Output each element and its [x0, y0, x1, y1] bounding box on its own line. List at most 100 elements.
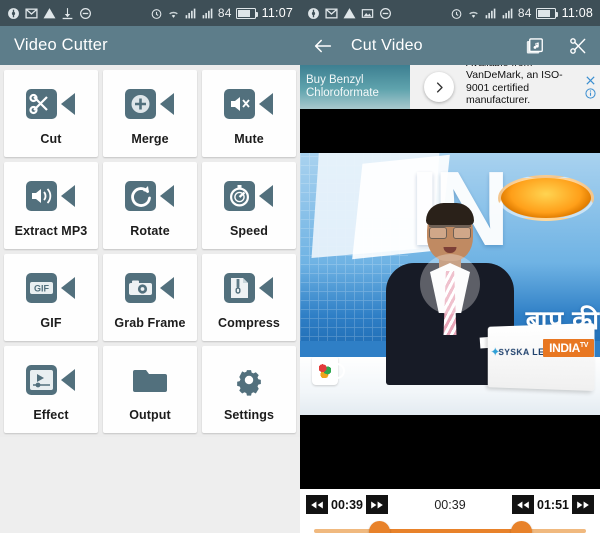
ad-cta-button[interactable]: [424, 72, 454, 102]
tile-label: Speed: [229, 224, 268, 238]
chevron-right-icon: [436, 81, 443, 93]
alarm-icon: [451, 8, 462, 19]
warning-icon: [343, 7, 356, 18]
play-overlay[interactable]: [420, 254, 480, 314]
signal-1-icon: [185, 8, 196, 18]
effect-video-icon: [25, 357, 77, 403]
end-forward-button[interactable]: [572, 495, 594, 514]
svg-text:GIF: GIF: [34, 284, 50, 294]
tile-output[interactable]: Output: [103, 346, 197, 433]
app-title: Video Cutter: [14, 36, 108, 54]
signal-2-icon: [502, 8, 513, 18]
clock: 11:08: [561, 6, 593, 20]
trim-controls: 00:39 00:39 01:51: [300, 489, 600, 533]
download-icon: [62, 7, 73, 19]
tile-speed[interactable]: Speed: [202, 162, 296, 249]
fast-forward-icon: [577, 501, 589, 508]
tile-grab-frame[interactable]: Grab Frame: [103, 254, 197, 341]
folder-icon: [124, 357, 176, 403]
camera-video-icon: [124, 265, 176, 311]
cut-video-body: Buy Benzyl Chloroformate Available from …: [300, 65, 600, 533]
tile-effect[interactable]: Effect: [4, 346, 98, 433]
tile-label: Effect: [33, 408, 69, 422]
start-forward-button[interactable]: [365, 495, 388, 514]
audio-layers-icon[interactable]: [526, 36, 546, 56]
location-icon: [308, 7, 319, 19]
start-time-value: 00:39: [331, 497, 363, 512]
scissors-icon[interactable]: [568, 36, 588, 56]
slider-selected-range: [379, 529, 521, 533]
tile-label: Settings: [223, 408, 275, 422]
do-not-disturb-icon: [80, 7, 91, 19]
laptop: ✦ SYSKA LED: [487, 323, 595, 391]
gif-video-icon: GIF: [25, 265, 77, 311]
rewind-icon: [517, 501, 529, 508]
battery-percent: 84: [517, 6, 532, 20]
end-time-value: 01:51: [537, 497, 569, 512]
stopwatch-video-icon: [223, 173, 275, 219]
compress-video-icon: [223, 265, 275, 311]
channel-logo-text: INDIA: [549, 341, 580, 355]
info-icon[interactable]: [585, 88, 596, 99]
tile-label: Merge: [131, 132, 169, 146]
end-time-stepper[interactable]: 01:51: [512, 495, 594, 514]
gmail-icon: [325, 8, 338, 18]
close-icon[interactable]: [585, 75, 596, 86]
tile-mute[interactable]: Mute: [202, 70, 296, 157]
right-pane: 84 11:08 Cut Video Buy Benzyl Chloroform…: [300, 0, 600, 533]
ad-body: Available from VanDeMark, an ISO-9001 ce…: [466, 65, 563, 106]
slider-thumb-start[interactable]: [369, 521, 391, 533]
gear-icon: [223, 357, 275, 403]
left-app-bar: Video Cutter: [0, 26, 300, 65]
tile-rotate[interactable]: Rotate: [103, 162, 197, 249]
signal-1-icon: [485, 8, 496, 18]
battery-percent: 84: [217, 6, 232, 20]
slider-thumb-end[interactable]: [510, 521, 532, 533]
fast-forward-icon: [371, 501, 383, 508]
tile-extract-mp3[interactable]: Extract MP3: [4, 162, 98, 249]
wifi-icon: [169, 11, 178, 18]
plus-video-icon: [124, 81, 176, 127]
left-pane: 84 11:07 Video Cutter Cut Merge Mute Ext…: [0, 0, 300, 533]
left-status-bar: 84 11:07: [0, 0, 300, 26]
tile-label: Grab Frame: [114, 316, 186, 330]
ad-banner[interactable]: Buy Benzyl Chloroformate Available from …: [300, 65, 600, 109]
tile-compress[interactable]: Compress: [202, 254, 296, 341]
ad-text-block: Available from VanDeMark, an ISO-9001 ce…: [454, 65, 584, 109]
tile-cut[interactable]: Cut: [4, 70, 98, 157]
end-rewind-button[interactable]: [512, 495, 535, 514]
video-player[interactable]: IN बाप की: [300, 109, 600, 489]
video-frame: IN बाप की: [300, 153, 600, 415]
tile-label: GIF: [40, 316, 62, 330]
battery-icon: [235, 7, 259, 19]
tile-label: Extract MP3: [14, 224, 88, 238]
battery-icon: [535, 7, 559, 19]
ad-headline: Buy Benzyl Chloroformate: [306, 74, 379, 99]
tool-grid: Cut Merge Mute Extract MP3 Rotate Speed …: [0, 65, 300, 437]
tile-label: Output: [129, 408, 171, 422]
clock: 11:07: [261, 6, 293, 20]
gmail-icon: [25, 8, 38, 18]
location-icon: [8, 7, 19, 19]
desk-mug: [312, 357, 345, 385]
mute-video-icon: [223, 81, 275, 127]
image-icon: [361, 8, 374, 18]
tile-merge[interactable]: Merge: [103, 70, 197, 157]
dual-screenshot: 84 11:07 Video Cutter Cut Merge Mute Ext…: [0, 0, 600, 533]
signal-2-icon: [202, 8, 213, 18]
start-rewind-button[interactable]: [306, 495, 328, 514]
rewind-icon: [311, 501, 323, 508]
tile-settings[interactable]: Settings: [202, 346, 296, 433]
do-not-disturb-icon: [380, 7, 391, 19]
tile-label: Compress: [218, 316, 280, 330]
channel-logo: INDIATV: [543, 339, 594, 357]
scissors-video-icon: [25, 81, 77, 127]
channel-logo-sup: TV: [579, 342, 589, 349]
rotate-video-icon: [124, 173, 176, 219]
tile-label: Cut: [40, 132, 62, 146]
tile-gif[interactable]: GIF GIF: [4, 254, 98, 341]
start-time-stepper[interactable]: 00:39: [306, 495, 388, 514]
trim-range-slider[interactable]: [314, 516, 586, 533]
back-arrow-icon[interactable]: [312, 35, 334, 57]
tile-label: Mute: [234, 132, 264, 146]
